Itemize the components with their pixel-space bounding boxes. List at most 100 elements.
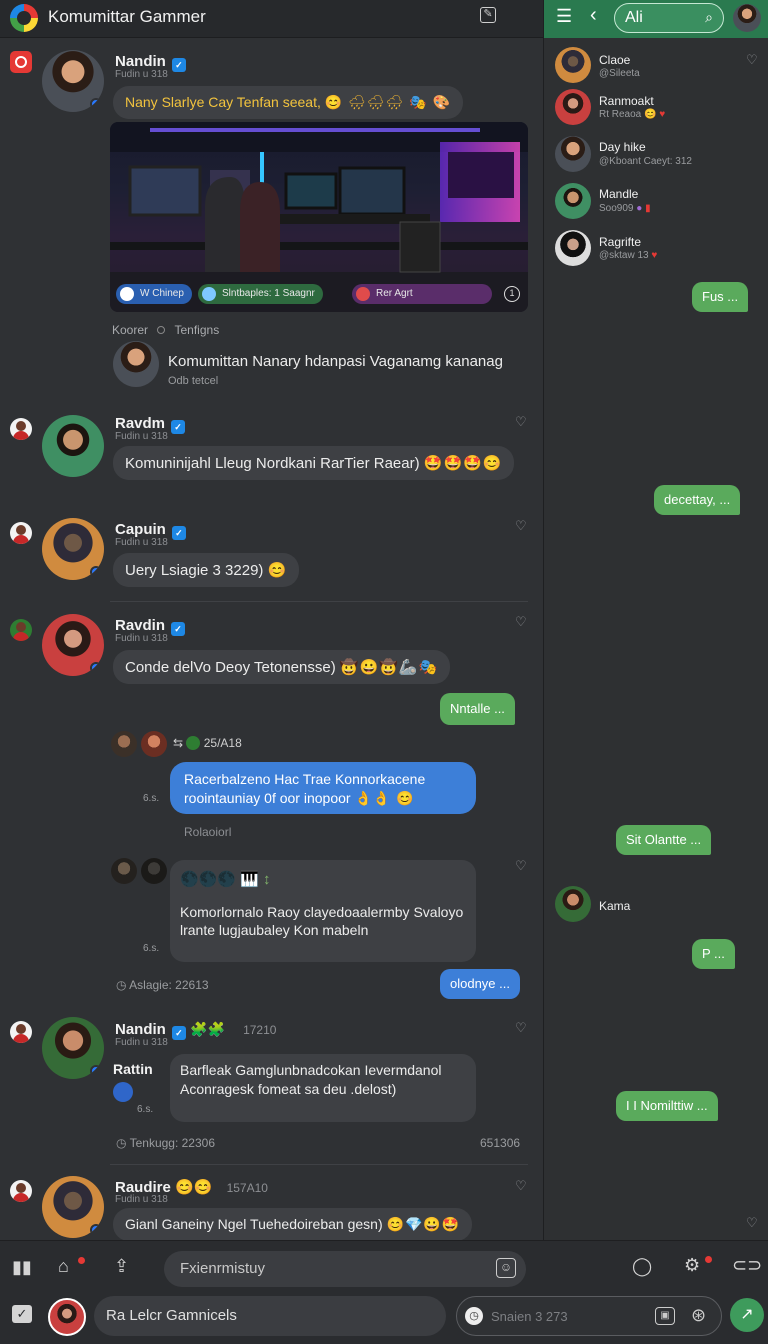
heart-icon[interactable]: ♡ (515, 518, 527, 534)
avatar[interactable] (42, 1176, 104, 1238)
back-icon[interactable]: ‹ (590, 4, 597, 27)
notification-dot (705, 1256, 712, 1263)
top-bar: Komumittar Gammer ✎ (0, 0, 543, 38)
heart-icon[interactable]: ♡ (515, 858, 527, 874)
side-avatar[interactable] (10, 1021, 32, 1043)
side-avatar[interactable] (10, 522, 32, 544)
verified-icon: ✓ (171, 420, 186, 434)
timer-icon[interactable]: 1 (504, 286, 520, 302)
reply-label: Rolaoiorl (184, 825, 232, 839)
heart-icon[interactable]: ♡ (515, 414, 527, 430)
avatar[interactable] (42, 50, 104, 112)
clock-icon[interactable]: ◷ (465, 1307, 483, 1325)
comment-label: Koorer Tenfigns (112, 323, 220, 337)
avatar[interactable] (113, 341, 159, 387)
library-icon[interactable]: ▮▮ (12, 1257, 32, 1278)
app-title: Komumittar Gammer (48, 7, 206, 26)
chip-icon (356, 287, 370, 301)
author-handle: Fudin u 318 (115, 431, 168, 442)
divider (110, 1164, 528, 1165)
calendar-icon[interactable]: ✓ (12, 1305, 32, 1323)
heart-icon[interactable]: ♡ (515, 614, 527, 630)
upload-icon[interactable]: ⇪ (114, 1256, 129, 1277)
mini-avatar[interactable] (141, 858, 167, 884)
link-icon[interactable]: ⊂⊃ (732, 1255, 762, 1276)
chip-3[interactable]: Rer Agrt (352, 284, 492, 304)
menu-icon[interactable]: ☰ (556, 6, 572, 27)
search-input[interactable]: Ali (625, 9, 643, 27)
contact-name: Ranmoakt (599, 94, 654, 108)
contact-handle: @Sileeta (599, 68, 640, 79)
mini-avatar[interactable] (111, 731, 137, 757)
blue-message-bubble[interactable]: Racerbalzeno Hac Trae Konnorkacene rooin… (170, 762, 476, 814)
message-bubble-green[interactable]: Fus ... (692, 282, 749, 312)
user-avatar[interactable] (48, 1298, 86, 1336)
trend-icon[interactable]: ↗ (730, 1298, 764, 1332)
author-handle: Fudin u 318 (115, 633, 168, 644)
message-input[interactable]: Fxienrmistuy ☺ (164, 1251, 526, 1287)
thread-meta: ⇆ 25/A18 (173, 736, 242, 750)
secondary-search[interactable]: ◷ Snaien 3 273 ▣ ⊛ (456, 1296, 722, 1336)
gray-message-bubble[interactable]: 🌑🌑🌑 🎹 ↕ Komorlornalo Raoy clayedoaalermb… (170, 860, 476, 962)
app-badge-icon[interactable] (113, 1082, 133, 1102)
message-bubble-green[interactable]: P ... (692, 939, 735, 969)
message-line: lrante lugjaubaley Kon mabeln (180, 922, 369, 938)
contact-name: Kama (599, 899, 631, 913)
mini-avatar[interactable] (111, 858, 137, 884)
avatar[interactable] (42, 518, 104, 580)
image-icon[interactable]: ▣ (655, 1307, 675, 1325)
profile-avatar[interactable] (733, 4, 761, 32)
message-bubble-green[interactable]: I I Nomilttiw ... (616, 1091, 718, 1121)
message-bubble-green[interactable]: decettay, ... (654, 485, 741, 515)
post-text-bubble: Uery Lsiagie 3 3229) 😊 (113, 553, 300, 587)
heart-icon[interactable]: ♡ (746, 52, 758, 68)
chip-2[interactable]: Slntbaples: 1 Saagnr (198, 284, 323, 304)
reply-bubble-green[interactable]: Nntalle ... (440, 693, 515, 725)
avatar[interactable] (555, 47, 591, 83)
reply-bubble-blue[interactable]: olodnye ... (440, 969, 520, 999)
message-bubble-green[interactable]: Sit Olantte ... (616, 825, 712, 855)
heart-icon[interactable]: ♡ (515, 1020, 527, 1036)
avatar[interactable] (42, 415, 104, 477)
avatar[interactable] (555, 136, 591, 172)
avatar[interactable] (555, 886, 591, 922)
app-root: Komumittar Gammer ✎ Nandin ✓ Fudin u 318 … (0, 0, 768, 1344)
avatar[interactable] (555, 89, 591, 125)
side-avatar[interactable] (10, 1180, 32, 1202)
home-icon[interactable]: ⌂ (58, 1256, 69, 1277)
mini-label: 6.s. (137, 1104, 154, 1115)
post-count: 651306 (480, 1136, 521, 1150)
post-text: Nany Slarlye Cay Tenfan seeat, (125, 94, 321, 110)
message-line: Barfleak Gamglunbnadcokan Ievermdanol (180, 1062, 442, 1078)
side-avatar[interactable] (10, 418, 32, 440)
author-handle: Fudin u 318 (115, 69, 168, 80)
steering-icon[interactable]: ⊛ (691, 1305, 706, 1326)
mini-avatar[interactable] (141, 731, 167, 757)
gray-message-bubble[interactable]: Barfleak Gamglunbnadcokan Ievermdanol Ac… (170, 1054, 476, 1122)
comment-input[interactable]: Ra Lelcr Gamnicels (94, 1296, 446, 1336)
chip-1[interactable]: W Chinep (116, 284, 192, 304)
comment-text: Komumittan Nanary hdanpasi Vaganamg kana… (168, 353, 503, 370)
side-avatar[interactable] (10, 619, 32, 641)
heart-icon[interactable]: ♡ (746, 1215, 758, 1231)
message-line: Racerbalzeno Hac Trae Konnorkacene (184, 771, 426, 787)
sticker-icon[interactable]: ☺ (496, 1258, 516, 1278)
bulb-icon[interactable]: ◯ (632, 1256, 652, 1277)
avatar[interactable] (555, 230, 591, 266)
verified-icon: ✓ (171, 622, 186, 636)
notification-icon[interactable] (10, 51, 32, 73)
avatar[interactable] (42, 614, 104, 676)
author-handle: Fudin u 318 (115, 1194, 168, 1205)
chip-icon (202, 287, 216, 301)
heart-icon[interactable]: ♡ (515, 1178, 527, 1194)
chat-search[interactable]: Ali ⌕ (614, 3, 724, 33)
avatar[interactable] (555, 183, 591, 219)
gaming-room-photo[interactable]: W Chinep Slntbaples: 1 Saagnr Rer Agrt 1 (110, 122, 528, 312)
verified-icon: ✓ (171, 526, 186, 540)
compose-icon[interactable]: ✎ (480, 7, 496, 23)
gear-icon[interactable]: ⚙ (684, 1255, 700, 1276)
feed-pane: Komumittar Gammer ✎ Nandin ✓ Fudin u 318 … (0, 0, 543, 1240)
message-input-placeholder: Fxienrmistuy (180, 1260, 266, 1277)
search-icon[interactable]: ⌕ (705, 9, 713, 26)
avatar[interactable] (42, 1017, 104, 1079)
